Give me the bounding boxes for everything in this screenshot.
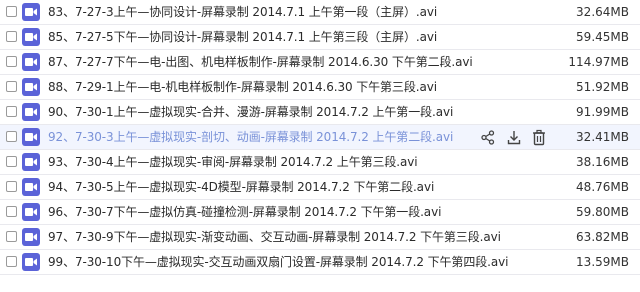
file-size: 91.99MB <box>576 105 629 119</box>
file-row[interactable]: 88、7-29-1上午—电-机电样板制作-屏幕录制 2014.6.30 下午第三… <box>0 75 640 100</box>
row-checkbox[interactable] <box>6 131 17 142</box>
file-name[interactable]: 96、7-30-7下午—虚拟仿真-碰撞检测-屏幕录制 2014.7.2 下午第一… <box>48 205 441 220</box>
file-size: 59.80MB <box>576 205 629 219</box>
video-file-icon <box>22 178 40 196</box>
file-size: 51.92MB <box>576 80 629 94</box>
file-row[interactable]: 96、7-30-7下午—虚拟仿真-碰撞检测-屏幕录制 2014.7.2 下午第一… <box>0 200 640 225</box>
row-checkbox[interactable] <box>6 81 17 92</box>
file-size: 63.82MB <box>576 230 629 244</box>
file-name[interactable]: 93、7-30-4上午—虚拟现实-审阅-屏幕录制 2014.7.2 上午第三段.… <box>48 155 418 170</box>
file-name[interactable]: 97、7-30-9下午—虚拟现实-渐变动画、交互动画-屏幕录制 2014.7.2… <box>48 230 501 245</box>
file-row[interactable]: 87、7-27-7下午—电-出图、机电样板制作-屏幕录制 2014.6.30 下… <box>0 50 640 75</box>
file-size: 32.64MB <box>576 5 629 19</box>
row-checkbox[interactable] <box>6 56 17 67</box>
file-name[interactable]: 87、7-27-7下午—电-出图、机电样板制作-屏幕录制 2014.6.30 下… <box>48 55 473 70</box>
file-name[interactable]: 83、7-27-3上午—协同设计-屏幕录制 2014.7.1 上午第一段（主屏）… <box>48 5 437 20</box>
file-size: 114.97MB <box>568 55 629 69</box>
file-name[interactable]: 92、7-30-3上午—虚拟现实-剖切、动画-屏幕录制 2014.7.2 上午第… <box>48 130 453 145</box>
row-checkbox[interactable] <box>6 6 17 17</box>
file-row[interactable]: 97、7-30-9下午—虚拟现实-渐变动画、交互动画-屏幕录制 2014.7.2… <box>0 225 640 250</box>
video-file-icon <box>22 228 40 246</box>
file-name[interactable]: 99、7-30-10下午—虚拟现实-交互动画双扇门设置-屏幕录制 2014.7.… <box>48 255 508 270</box>
video-file-icon <box>22 103 40 121</box>
row-checkbox[interactable] <box>6 31 17 42</box>
file-name[interactable]: 85、7-27-5下午—协同设计-屏幕录制 2014.7.1 上午第三段（主屏）… <box>48 30 437 45</box>
row-checkbox[interactable] <box>6 206 17 217</box>
file-row-hovered[interactable]: 92、7-30-3上午—虚拟现实-剖切、动画-屏幕录制 2014.7.2 上午第… <box>0 125 640 150</box>
file-size: 13.59MB <box>576 255 629 269</box>
video-file-icon <box>22 53 40 71</box>
video-file-icon <box>22 153 40 171</box>
file-list: 83、7-27-3上午—协同设计-屏幕录制 2014.7.1 上午第一段（主屏）… <box>0 0 640 275</box>
file-row[interactable]: 90、7-30-1上午—虚拟现实-合并、漫游-屏幕录制 2014.7.2 上午第… <box>0 100 640 125</box>
row-checkbox[interactable] <box>6 231 17 242</box>
download-icon[interactable] <box>506 129 522 146</box>
file-row[interactable]: 93、7-30-4上午—虚拟现实-审阅-屏幕录制 2014.7.2 上午第三段.… <box>0 150 640 175</box>
file-name[interactable]: 88、7-29-1上午—电-机电样板制作-屏幕录制 2014.6.30 下午第三… <box>48 80 437 95</box>
row-checkbox[interactable] <box>6 181 17 192</box>
file-size: 38.16MB <box>576 155 629 169</box>
file-row[interactable]: 94、7-30-5上午—虚拟现实-4D模型-屏幕录制 2014.7.2 下午第二… <box>0 175 640 200</box>
video-file-icon <box>22 203 40 221</box>
row-checkbox[interactable] <box>6 156 17 167</box>
file-row[interactable]: 99、7-30-10下午—虚拟现实-交互动画双扇门设置-屏幕录制 2014.7.… <box>0 250 640 275</box>
row-checkbox[interactable] <box>6 256 17 267</box>
file-row[interactable]: 83、7-27-3上午—协同设计-屏幕录制 2014.7.1 上午第一段（主屏）… <box>0 0 640 25</box>
video-file-icon <box>22 253 40 271</box>
video-file-icon <box>22 78 40 96</box>
file-row[interactable]: 85、7-27-5下午—协同设计-屏幕录制 2014.7.1 上午第三段（主屏）… <box>0 25 640 50</box>
file-size: 48.76MB <box>576 180 629 194</box>
file-name[interactable]: 94、7-30-5上午—虚拟现实-4D模型-屏幕录制 2014.7.2 下午第二… <box>48 180 434 195</box>
video-file-icon <box>22 3 40 21</box>
share-icon[interactable] <box>480 129 496 146</box>
file-size: 59.45MB <box>576 30 629 44</box>
delete-icon[interactable] <box>531 129 547 146</box>
row-checkbox[interactable] <box>6 106 17 117</box>
video-file-icon <box>22 28 40 46</box>
video-file-icon <box>22 128 40 146</box>
file-size: 32.41MB <box>576 130 629 144</box>
file-name[interactable]: 90、7-30-1上午—虚拟现实-合并、漫游-屏幕录制 2014.7.2 上午第… <box>48 105 453 120</box>
